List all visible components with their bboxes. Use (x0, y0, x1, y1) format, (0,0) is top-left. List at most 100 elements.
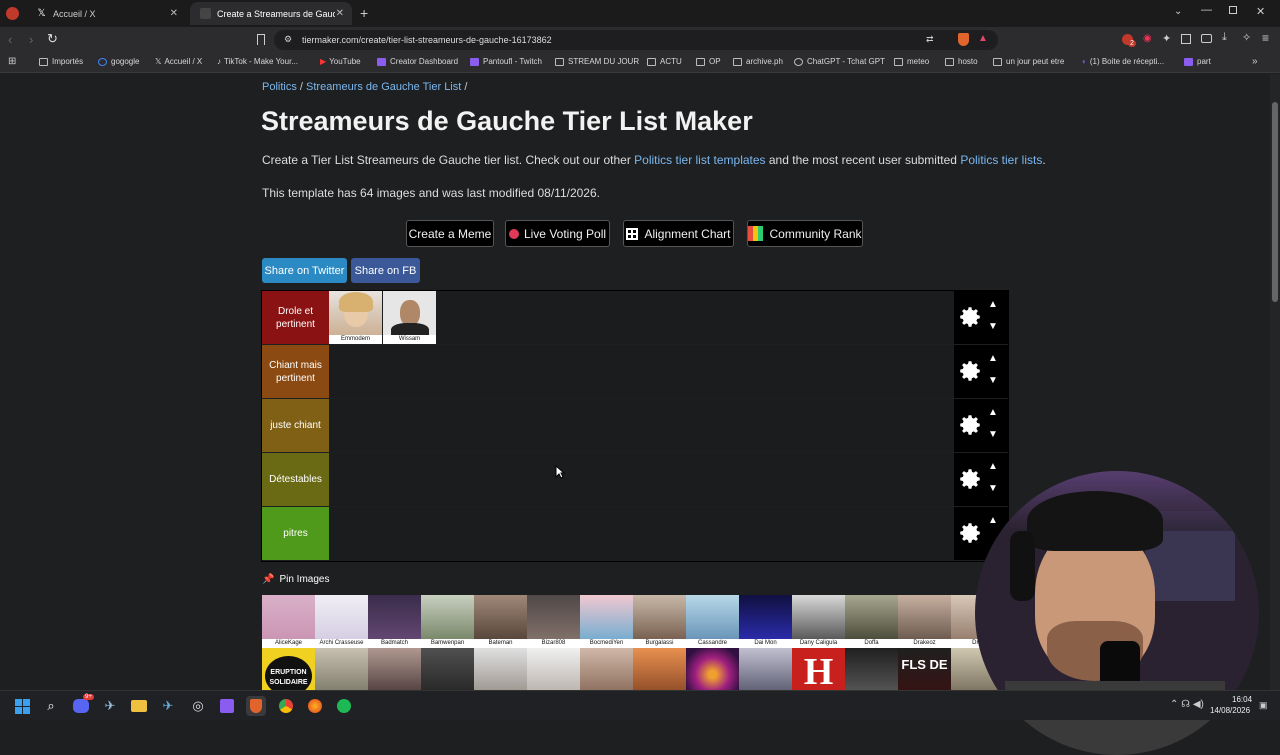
pool-item-bocmediyen[interactable]: BocmediYen (580, 595, 633, 648)
close-tab-icon[interactable]: ✕ (336, 8, 344, 19)
close-window-icon[interactable]: ✕ (1256, 5, 1265, 18)
clock-date[interactable]: 14/08/2026 (1210, 706, 1250, 715)
brave-icon[interactable] (246, 696, 266, 716)
windows-start-icon[interactable] (12, 696, 32, 716)
scrollbar-thumb[interactable] (1272, 102, 1278, 302)
pool-item-eruption-solidaire[interactable]: ERUPTION SOLIDAIRE (262, 648, 315, 690)
tier-drop-zone[interactable] (329, 453, 954, 506)
bookmark-item[interactable]: un jour peut etre (993, 57, 1064, 66)
pool-item[interactable] (739, 648, 792, 690)
pool-item-dai-mon[interactable]: Dai Mon (739, 595, 792, 648)
tab-create-tierlist[interactable]: Create a Streameurs de Gauche ✕ (190, 2, 352, 25)
pool-item-burgalassi[interactable]: Burgalassi (633, 595, 686, 648)
firefox-icon[interactable] (305, 696, 325, 716)
leo-icon[interactable]: ✧ (1242, 31, 1251, 44)
bookmark-item[interactable]: Pantoufl - Twitch (470, 57, 542, 66)
pool-item[interactable] (686, 648, 739, 690)
breadcrumb-politics-link[interactable]: Politics (262, 81, 297, 93)
steam-icon[interactable]: ✈ (100, 696, 120, 716)
pool-item-doffa[interactable]: Doffa (845, 595, 898, 648)
pool-item-dany-caligula[interactable]: Dany Caligula (792, 595, 845, 648)
notification-icon[interactable]: ▣ (1259, 700, 1268, 711)
wallet-icon[interactable] (1201, 34, 1212, 43)
tier-drop-zone[interactable]: Emmodem Wissam (329, 291, 954, 344)
file-explorer-icon[interactable] (129, 696, 149, 716)
move-up-icon[interactable]: ▲ (988, 407, 998, 418)
share-twitter-button[interactable]: Share on Twitter (262, 258, 347, 283)
twitch-app-icon[interactable] (217, 696, 237, 716)
pool-item[interactable] (315, 648, 368, 690)
create-meme-button[interactable]: Create a Meme (406, 220, 494, 247)
gear-icon[interactable] (957, 412, 983, 438)
browser-menu-icon[interactable] (6, 7, 19, 20)
brave-shield-icon[interactable] (958, 33, 969, 46)
politics-tierlists-link[interactable]: Politics tier lists (960, 153, 1042, 167)
pin-images-toggle[interactable]: 📌 Pin Images (262, 574, 329, 585)
bookmark-item[interactable]: ▶ YouTube (320, 57, 361, 66)
tier-drop-zone[interactable] (329, 507, 954, 560)
bookmark-item[interactable]: archive.ph (733, 57, 783, 66)
pool-item[interactable] (368, 648, 421, 690)
menu-icon[interactable]: ≡ (1262, 31, 1269, 45)
pool-item-archi-crasseuse[interactable]: Archi Crasseuse (315, 595, 368, 648)
minimize-icon[interactable]: — (1201, 4, 1212, 16)
maximize-icon[interactable] (1229, 6, 1237, 14)
pool-item[interactable] (633, 648, 686, 690)
pool-item-bizar808[interactable]: Bizar808 (527, 595, 580, 648)
bookmark-item[interactable]: gogogle (98, 57, 139, 66)
tier-drop-zone[interactable] (329, 399, 954, 452)
bookmark-item[interactable]: part (1184, 57, 1211, 66)
download-icon[interactable]: ⤓ (1222, 31, 1227, 44)
tab-search-icon[interactable]: ⌄ (1174, 6, 1182, 17)
tier-label[interactable]: Chiant mais pertinent (262, 345, 329, 398)
address-bar[interactable]: ⚙ tiermaker.com/create/tier-list-streame… (274, 30, 998, 50)
spotify-icon[interactable] (334, 696, 354, 716)
system-tray-icons[interactable]: ⌃ ☊ ◀) (1170, 699, 1204, 710)
pool-item-bateman[interactable]: Bateman (474, 595, 527, 648)
tier-label[interactable]: Drole et pertinent (262, 291, 329, 344)
live-voting-poll-button[interactable]: Live Voting Poll (505, 220, 610, 247)
pool-item[interactable] (421, 648, 474, 690)
record-icon[interactable]: ◉ (1143, 33, 1152, 44)
bookmark-item[interactable]: STREAM DU JOUR (555, 57, 639, 66)
share-fb-button[interactable]: Share on FB (351, 258, 420, 283)
steam-client-icon[interactable]: ✈ (158, 696, 178, 716)
bookmark-item[interactable]: ♪ TikTok - Make Your... (217, 57, 298, 66)
pool-item[interactable] (527, 648, 580, 690)
reload-icon[interactable]: ↻ (47, 31, 58, 47)
obs-icon[interactable]: ◎ (188, 696, 208, 716)
pool-item[interactable] (474, 648, 527, 690)
tier-label[interactable]: Détestables (262, 453, 329, 506)
page-scrollbar[interactable] (1270, 74, 1280, 690)
tier-label[interactable]: pitres (262, 507, 329, 560)
apps-grid-icon[interactable]: ⊞ (8, 56, 16, 67)
bookmark-item[interactable]: Importés (39, 57, 83, 66)
politics-templates-link[interactable]: Politics tier list templates (634, 153, 765, 167)
sidebar-icon[interactable] (1181, 34, 1191, 44)
url-text[interactable]: tiermaker.com/create/tier-list-streameur… (302, 35, 552, 45)
bookmark-icon[interactable] (257, 34, 265, 45)
move-down-icon[interactable]: ▼ (988, 429, 998, 440)
move-up-icon[interactable]: ▲ (988, 299, 998, 310)
pool-item-drakeoz[interactable]: Drakeoz (898, 595, 951, 648)
tab-accueil-x[interactable]: 𝕏 Accueil / X ✕ (26, 2, 186, 25)
community-rank-button[interactable]: Community Rank (747, 220, 863, 247)
new-tab-button[interactable]: + (360, 5, 368, 21)
tier-item-wissam[interactable]: Wissam (383, 291, 436, 344)
bookmark-item[interactable]: ◐ (1) Boite de récepti... (1082, 57, 1164, 66)
pool-item-cassandre[interactable]: Cassandre (686, 595, 739, 648)
pool-item[interactable] (580, 648, 633, 690)
clock-time[interactable]: 16:04 (1232, 695, 1252, 704)
move-down-icon[interactable]: ▼ (988, 321, 998, 332)
translate-icon[interactable]: ⇄ (926, 34, 934, 45)
bookmark-item[interactable]: OP (696, 57, 721, 66)
brave-rewards-icon[interactable]: ▲ (978, 33, 988, 44)
site-info-icon[interactable]: ⚙ (284, 34, 292, 45)
forward-icon[interactable]: › (29, 32, 33, 47)
pool-item-h[interactable]: H (792, 648, 845, 690)
alignment-chart-button[interactable]: Alignment Chart (623, 220, 734, 247)
bookmark-item[interactable]: ACTU (647, 57, 682, 66)
tier-item-emmodem[interactable]: Emmodem (329, 291, 382, 344)
more-bookmarks-icon[interactable]: » (1252, 56, 1258, 67)
pool-item-alicekage[interactable]: AliceKage (262, 595, 315, 648)
